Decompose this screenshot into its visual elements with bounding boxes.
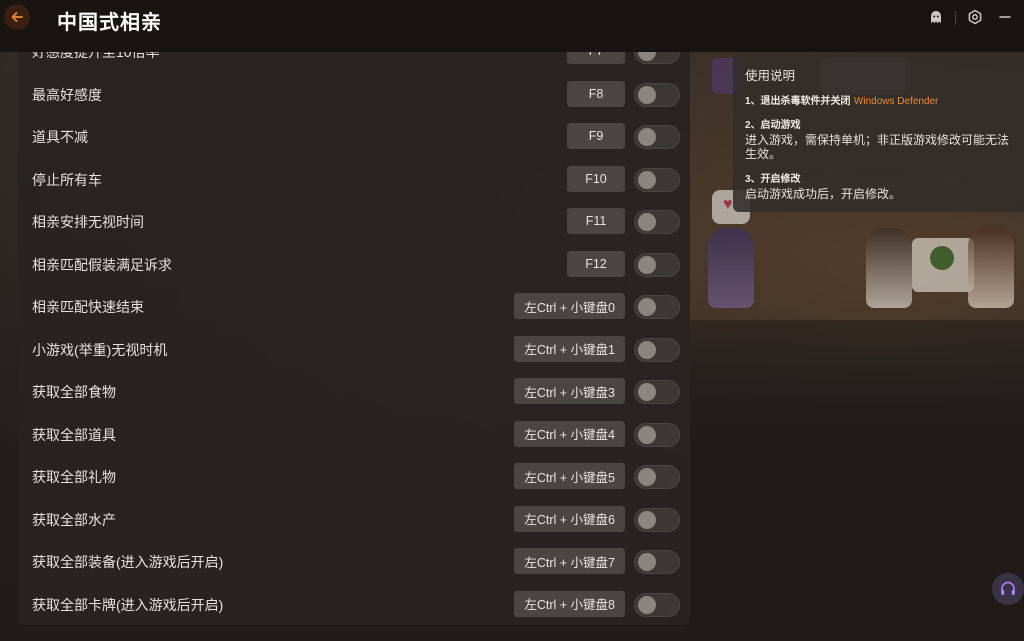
cheat-label: 获取全部礼物 (32, 469, 116, 485)
cheat-label: 道具不减 (32, 129, 88, 145)
hotkey-button[interactable]: F10 (567, 165, 625, 192)
scene-character (708, 228, 754, 308)
hotkey-button[interactable]: 左Ctrl + 小键盘1 (514, 335, 625, 362)
cheat-row: 获取全部水产 左Ctrl + 小键盘6 (18, 502, 690, 538)
step-2-heading: 2、启动游戏 (745, 120, 801, 131)
windows-defender-text: Windows Defender (853, 96, 939, 107)
cheat-toggle[interactable] (634, 465, 680, 489)
instruction-step-1: 1、退出杀毒软件并关闭 Windows Defender (745, 93, 1010, 109)
cheat-toggle[interactable] (634, 422, 680, 447)
cheat-toggle[interactable] (634, 380, 680, 404)
hotkey-button[interactable]: F12 (567, 250, 625, 277)
scene-character (866, 228, 912, 308)
toggle-knob (638, 595, 656, 614)
toggle-knob (638, 170, 656, 189)
cheat-toggle[interactable] (634, 82, 680, 107)
headset-icon[interactable] (992, 573, 1024, 605)
cheat-row: 好感度提升至10倍率 F7 (18, 52, 690, 70)
cheat-row: 停止所有车 F10 (18, 162, 690, 198)
instruction-step-3: 3、开启修改 启动游戏成功后，开启修改。 (745, 173, 1010, 201)
hotkey-button[interactable]: 左Ctrl + 小键盘6 (514, 505, 625, 532)
cheat-row: 获取全部礼物 左Ctrl + 小键盘5 (18, 459, 690, 495)
cheat-row: 获取全部道具 左Ctrl + 小键盘4 (18, 417, 690, 453)
back-arrow-icon[interactable] (4, 4, 30, 30)
ghost-icon[interactable] (927, 8, 945, 26)
step-1-heading: 1、退出杀毒软件并关闭 (745, 96, 851, 107)
cheat-row: 相亲安排无视时间 F11 (18, 204, 690, 240)
minimize-icon[interactable] (996, 8, 1014, 26)
toggle-knob (638, 85, 656, 104)
hotkey-button[interactable]: 左Ctrl + 小键盘8 (514, 590, 625, 617)
cheat-label: 获取全部道具 (32, 426, 116, 443)
toggle-knob (638, 553, 656, 571)
cheat-row: 道具不减 F9 (18, 119, 690, 155)
cheat-toggle[interactable] (634, 210, 680, 234)
toggle-knob (638, 52, 656, 61)
cheat-list-panel[interactable]: 好感度提升至10倍率 F7 最高好感度 F8 道具不减 F9 停止所有车 F10 相亲安排无视时… (18, 52, 690, 625)
settings-icon[interactable] (966, 8, 984, 26)
cheat-label: 获取全部卡牌(进入游戏后开启) (32, 596, 224, 613)
toggle-knob (638, 255, 656, 274)
toggle-knob (638, 340, 656, 359)
cheat-toggle[interactable] (634, 295, 680, 319)
cheat-label: 获取全部食物 (32, 384, 116, 400)
hotkey-button[interactable]: 左Ctrl + 小键盘4 (514, 420, 625, 447)
cheat-row: 小游戏(举重)无视时机 左Ctrl + 小键盘1 (18, 332, 690, 368)
hotkey-button[interactable]: F9 (567, 123, 625, 149)
cheat-label: 获取全部装备(进入游戏后开启) (32, 554, 224, 570)
hotkey-button[interactable]: F7 (567, 52, 625, 64)
instruction-step-2: 2、启动游戏 进入游戏，需保持单机；非正版游戏修改可能无法生效。 (745, 119, 1010, 161)
toggle-knob (638, 298, 656, 316)
toggle-knob (638, 468, 656, 486)
hotkey-button[interactable]: 左Ctrl + 小键盘5 (514, 463, 625, 489)
step-3-body: 启动游戏成功后，开启修改。 (745, 187, 902, 201)
hotkey-button[interactable]: F8 (567, 80, 625, 107)
hotkey-button[interactable]: 左Ctrl + 小键盘7 (514, 548, 625, 574)
cheat-toggle[interactable] (634, 507, 680, 532)
hotkey-button[interactable]: 左Ctrl + 小键盘3 (514, 378, 625, 404)
cheat-toggle[interactable] (634, 337, 680, 362)
cheat-toggle[interactable] (634, 252, 680, 277)
title-bar: 中国式相亲 (0, 0, 1024, 52)
cheat-label: 获取全部水产 (32, 511, 116, 528)
scene-plant (912, 238, 974, 292)
titlebar-divider (955, 11, 956, 25)
toggle-knob (638, 425, 656, 444)
scene-floor (690, 320, 1024, 641)
hotkey-button[interactable]: 左Ctrl + 小键盘0 (514, 293, 625, 319)
step-2-body: 进入游戏，需保持单机；非正版游戏修改可能无法生效。 (745, 133, 1010, 161)
cheat-row: 获取全部食物 左Ctrl + 小键盘3 (18, 374, 690, 410)
cheat-toggle[interactable] (634, 167, 680, 192)
instructions-title: 使用说明 (745, 69, 796, 83)
cheat-row: 相亲匹配快速结束 左Ctrl + 小键盘0 (18, 289, 690, 325)
step-3-heading: 3、开启修改 (745, 174, 801, 185)
cheat-row: 相亲匹配假装满足诉求 F12 (18, 247, 690, 283)
toggle-knob (638, 213, 656, 231)
instructions-panel: 使用说明 1、退出杀毒软件并关闭 Windows Defender 2、启动游戏… (733, 55, 1024, 212)
cheat-toggle[interactable] (634, 592, 680, 617)
cheat-label: 相亲匹配快速结束 (32, 299, 144, 315)
cheat-toggle[interactable] (634, 52, 680, 64)
hotkey-button[interactable]: F11 (567, 208, 625, 234)
cheat-toggle[interactable] (634, 550, 680, 574)
cheat-label: 相亲安排无视时间 (32, 214, 144, 230)
cheat-row: 获取全部卡牌(进入游戏后开启) 左Ctrl + 小键盘8 (18, 587, 690, 623)
cheat-label: 相亲匹配假装满足诉求 (32, 256, 172, 273)
scene-character (968, 228, 1014, 308)
cheat-row: 最高好感度 F8 (18, 77, 690, 113)
app-title: 中国式相亲 (57, 12, 162, 34)
cheat-label: 好感度提升至10倍率 (32, 52, 160, 60)
cheat-label: 小游戏(举重)无视时机 (32, 341, 168, 358)
cheat-label: 停止所有车 (32, 171, 102, 188)
toggle-knob (638, 383, 656, 401)
toggle-knob (638, 510, 656, 529)
cheat-toggle[interactable] (634, 125, 680, 149)
toggle-knob (638, 128, 656, 146)
cheat-label: 最高好感度 (32, 86, 102, 103)
cheat-row: 获取全部装备(进入游戏后开启) 左Ctrl + 小键盘7 (18, 544, 690, 580)
